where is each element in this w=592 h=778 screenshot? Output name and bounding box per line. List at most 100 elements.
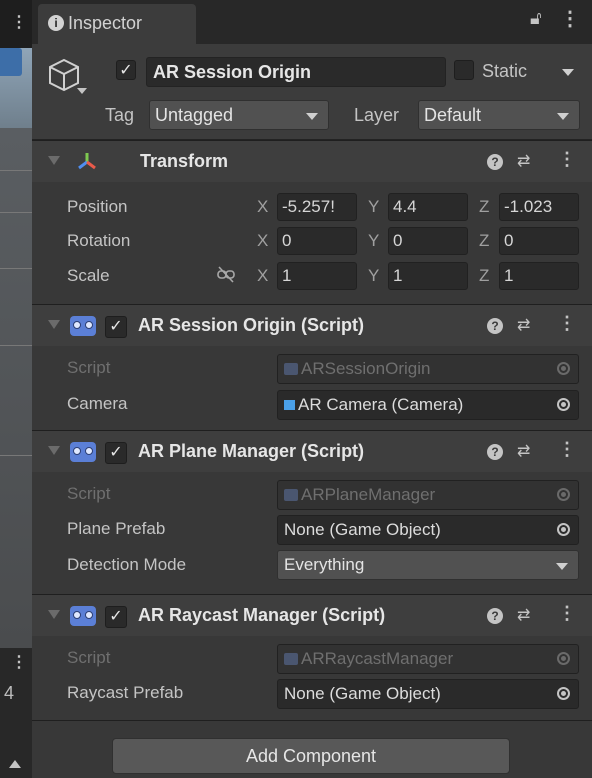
tab-inspector[interactable]: i Inspector (38, 4, 196, 44)
scene-number: 4 (4, 683, 15, 703)
add-component-button[interactable]: Add Component (112, 738, 510, 774)
presets-icon[interactable]: ⇄ (517, 315, 530, 335)
position-z-field[interactable]: -1.023 (499, 193, 579, 221)
presets-icon[interactable]: ⇄ (517, 151, 530, 171)
script-field: ARSessionOrigin (277, 354, 579, 384)
component-enabled-checkbox[interactable]: ✓ (105, 442, 127, 464)
script-icon (284, 363, 298, 375)
icon-dropdown-arrow[interactable] (77, 88, 87, 94)
kebab-menu-icon[interactable]: ⋮ (558, 603, 576, 624)
axis-x-label: X (257, 266, 269, 285)
kebab-menu-icon[interactable]: ⋮ (558, 439, 576, 460)
scroll-up-icon[interactable] (9, 760, 21, 768)
kebab-menu-icon[interactable]: ⋮ (11, 12, 27, 32)
ar-session-origin-header[interactable]: ✓ AR Session Origin (Script) ? ⇄ ⋮ (32, 304, 592, 346)
script-component-icon (70, 316, 96, 336)
script-icon (284, 653, 298, 665)
grid-line (0, 455, 32, 456)
object-picker-icon (557, 652, 570, 665)
scale-y-field[interactable]: 1 (388, 262, 468, 290)
foldout-arrow-icon[interactable] (48, 610, 60, 619)
plane-prefab-label: Plane Prefab (67, 519, 166, 538)
object-picker-icon[interactable] (557, 687, 570, 700)
component-title: AR Raycast Manager (Script) (138, 605, 386, 625)
object-picker-icon[interactable] (557, 523, 570, 536)
object-picker-icon (557, 362, 570, 375)
component-title: AR Session Origin (Script) (138, 315, 365, 335)
axis-y-label: Y (368, 197, 380, 216)
position-label: Position (67, 197, 128, 216)
lock-icon[interactable]: 🔓︎ (530, 8, 542, 29)
object-picker-icon (557, 488, 570, 501)
kebab-menu-icon[interactable]: ⋮ (560, 6, 580, 31)
ar-plane-manager-header[interactable]: ✓ AR Plane Manager (Script) ? ⇄ ⋮ (32, 430, 592, 472)
rotation-y-field[interactable]: 0 (388, 227, 468, 255)
chevron-down-icon (556, 563, 568, 570)
component-enabled-checkbox[interactable]: ✓ (105, 316, 127, 338)
ar-raycast-manager-header[interactable]: ✓ AR Raycast Manager (Script) ? ⇄ ⋮ (32, 594, 592, 636)
static-checkbox[interactable] (454, 60, 474, 80)
ar-session-origin-body: Script ARSessionOrigin Camera AR Camera … (32, 346, 592, 430)
tab-label: Inspector (68, 13, 143, 33)
script-icon (284, 489, 298, 501)
unlinked-scale-icon[interactable] (216, 266, 236, 284)
script-field: ARPlaneManager (277, 480, 579, 510)
grid-line (0, 212, 32, 213)
component-enabled-checkbox[interactable]: ✓ (105, 606, 127, 628)
transform-axes-icon (78, 153, 96, 170)
help-icon[interactable]: ? (487, 318, 503, 334)
detection-mode-value: Everything (284, 555, 365, 574)
raycast-prefab-value: None (Game Object) (284, 684, 441, 703)
object-name-field[interactable]: AR Session Origin (146, 57, 446, 87)
camera-field[interactable]: AR Camera (Camera) (277, 390, 579, 420)
position-y-field[interactable]: 4.4 (388, 193, 468, 221)
rotation-label: Rotation (67, 231, 131, 250)
kebab-menu-icon[interactable]: ⋮ (558, 313, 576, 334)
plane-prefab-field[interactable]: None (Game Object) (277, 515, 579, 545)
presets-icon[interactable]: ⇄ (517, 441, 530, 461)
tag-label: Tag (105, 105, 135, 125)
raycast-prefab-field[interactable]: None (Game Object) (277, 679, 579, 709)
script-label: Script (67, 358, 111, 377)
camera-value: AR Camera (Camera) (298, 395, 464, 414)
kebab-menu-icon[interactable]: ⋮ (558, 149, 576, 170)
tag-value: Untagged (155, 105, 234, 125)
script-component-icon (70, 442, 96, 462)
layer-label: Layer (354, 105, 400, 125)
script-value: ARSessionOrigin (301, 359, 431, 378)
static-dropdown-icon[interactable] (562, 69, 574, 76)
kebab-menu-icon[interactable]: ⋮ (11, 652, 27, 672)
help-icon[interactable]: ? (487, 608, 503, 624)
static-label: Static (482, 61, 528, 81)
active-checkbox[interactable]: ✓ (116, 60, 136, 80)
component-title: AR Plane Manager (Script) (138, 441, 365, 461)
detection-mode-dropdown[interactable]: Everything (277, 550, 579, 580)
help-icon[interactable]: ? (487, 444, 503, 460)
rotation-x-field[interactable]: 0 (277, 227, 357, 255)
help-icon[interactable]: ? (487, 154, 503, 170)
object-picker-icon[interactable] (557, 398, 570, 411)
scale-x-field[interactable]: 1 (277, 262, 357, 290)
scene-view-strip[interactable]: 4 ⋮ ⋮ (0, 0, 32, 778)
axis-y-label: Y (368, 231, 380, 250)
rotation-z-field[interactable]: 0 (499, 227, 579, 255)
axis-z-label: Z (479, 266, 490, 285)
tag-dropdown[interactable]: Untagged (149, 100, 329, 130)
layer-value: Default (424, 105, 482, 125)
component-title: Transform (140, 151, 229, 171)
foldout-arrow-icon[interactable] (48, 156, 60, 165)
scene-dropdown-button[interactable] (0, 48, 22, 76)
grid-line (0, 268, 32, 269)
layer-dropdown[interactable]: Default (418, 100, 580, 130)
position-x-field[interactable]: -5.257! (277, 193, 357, 221)
foldout-arrow-icon[interactable] (48, 320, 60, 329)
scale-z-field[interactable]: 1 (499, 262, 579, 290)
scale-label: Scale (67, 266, 110, 285)
foldout-arrow-icon[interactable] (48, 446, 60, 455)
grid-line (0, 345, 32, 346)
presets-icon[interactable]: ⇄ (517, 605, 530, 625)
raycast-prefab-label: Raycast Prefab (67, 683, 184, 702)
axis-x-label: X (257, 231, 269, 250)
transform-header[interactable]: Transform ? ⇄ ⋮ (32, 140, 592, 182)
transform-body: Position X -5.257! Y 4.4 Z -1.023 Rotati… (32, 182, 592, 304)
